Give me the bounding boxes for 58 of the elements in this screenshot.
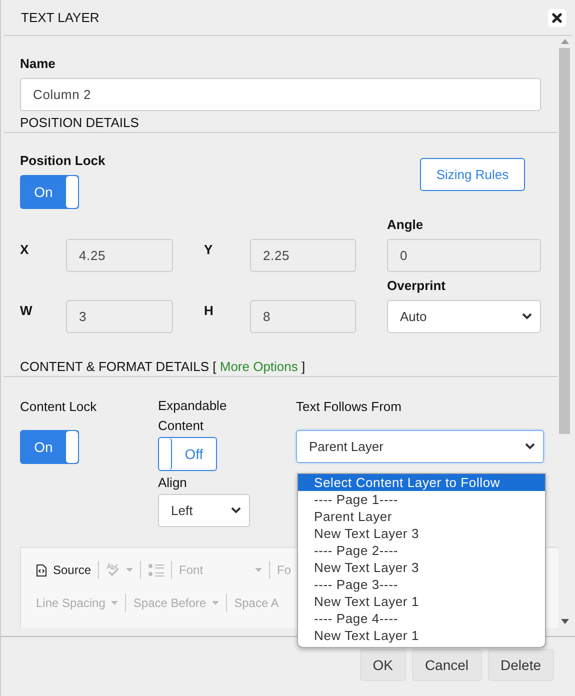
toggle-switch[interactable]: Off (158, 437, 217, 471)
chevron-down-icon (522, 313, 532, 320)
document-icon (36, 564, 47, 576)
name-field[interactable]: Column 2 (20, 78, 541, 111)
dialog-button[interactable]: Delete (488, 649, 554, 681)
dropdown-option[interactable]: ---- Page 1---- (298, 491, 545, 508)
number-field[interactable]: 0 (387, 239, 541, 272)
field-label: X (20, 242, 30, 259)
field-label: Angle (387, 217, 424, 232)
caret-icon (126, 568, 134, 572)
dropdown-option[interactable]: New Text Layer 1 (298, 593, 545, 610)
field-label: Position Lock (20, 153, 106, 168)
number-field[interactable]: 8 (250, 300, 356, 333)
dropdown-option[interactable]: ---- Page 4---- (298, 610, 545, 627)
number-field[interactable]: 2.25 (250, 239, 356, 272)
field-label: H (204, 303, 214, 320)
caret-icon (111, 601, 118, 605)
chevron-down-icon (525, 443, 535, 450)
field-label: Y (204, 242, 214, 259)
number-field[interactable]: 4.25 (66, 239, 173, 272)
field-label: Content Lock (20, 399, 98, 414)
spellcheck-icon (106, 563, 120, 577)
sizing-rules-button[interactable]: Sizing Rules (420, 158, 525, 191)
source-button[interactable]: Source (36, 563, 92, 577)
caret-icon (255, 568, 262, 572)
field-label: Name (20, 56, 56, 71)
dropdown-option[interactable]: New Text Layer 1 (298, 627, 545, 644)
window-title: TEXT LAYER (21, 10, 100, 25)
toggle-switch[interactable]: On (20, 430, 79, 464)
align-select[interactable]: Left (158, 494, 250, 527)
dialog-button[interactable]: Cancel (412, 649, 482, 681)
dropdown-option[interactable]: Parent Layer (298, 508, 545, 525)
dropdown-option[interactable]: New Text Layer 3 (298, 559, 545, 576)
section-heading: CONTENT & FORMAT DETAILS [ More Options ] (20, 359, 306, 374)
field-label: Align (158, 475, 188, 490)
chevron-down-icon (231, 507, 241, 514)
field-label: Expandable Content (158, 397, 228, 435)
toggle-switch[interactable]: On (20, 175, 79, 209)
spellcheck-button[interactable] (106, 563, 134, 577)
scroll-up-icon (560, 39, 568, 44)
dropdown-option[interactable]: Select Content Layer to Follow (298, 474, 545, 491)
section-heading: POSITION DETAILS (20, 115, 139, 130)
dropdown-option[interactable]: New Text Layer 3 (298, 525, 545, 542)
dropdown-option[interactable]: ---- Page 2---- (298, 542, 545, 559)
number-field[interactable]: 3 (66, 300, 173, 333)
close-icon (552, 12, 562, 22)
dropdown-option[interactable]: ---- Page 3---- (298, 576, 545, 593)
overprint-select[interactable]: Auto (387, 300, 541, 333)
close-button[interactable] (548, 8, 566, 26)
scroll-down-icon (560, 619, 568, 624)
field-label: Overprint (387, 278, 447, 293)
caret-icon (212, 601, 220, 605)
bulleted-list-icon[interactable] (148, 563, 164, 577)
dialog-button[interactable]: OK (360, 649, 406, 681)
text-follows-select[interactable]: Parent Layer (296, 430, 544, 463)
more-options-link[interactable]: More Options (220, 359, 298, 374)
field-label: Text Follows From (296, 399, 402, 414)
field-label: W (20, 303, 34, 320)
